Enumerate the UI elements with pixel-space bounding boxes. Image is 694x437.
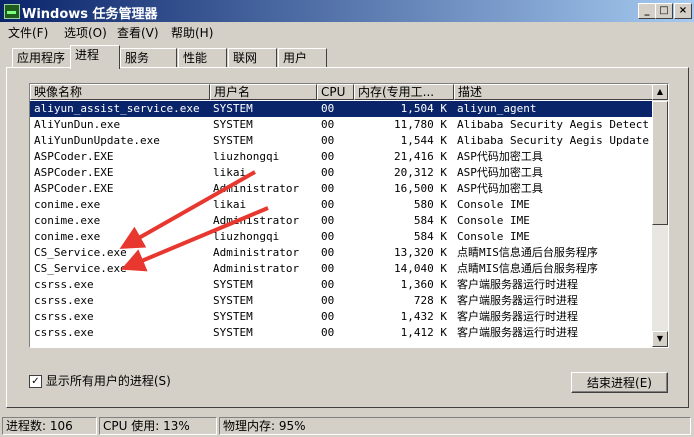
annotation-arrow-1 [119,170,256,249]
status-process-count: 进程数: 106 [2,417,97,435]
show-all-users-label: 显示所有用户的进程(S) [45,374,171,388]
annotation-arrow-2 [120,206,269,272]
status-cpu-usage: CPU 使用: 13% [99,417,217,435]
show-all-users-checkbox[interactable]: ✓ [29,375,42,388]
show-all-users-option[interactable]: ✓ 显示所有用户的进程(S) [29,372,171,389]
status-physical-memory: 物理内存: 95% [219,417,691,435]
tab-processes[interactable]: 进程 [70,45,120,69]
status-bar: 进程数: 106 CPU 使用: 13% 物理内存: 95% [0,416,694,437]
end-process-button[interactable]: 结束进程(E) [571,372,668,393]
